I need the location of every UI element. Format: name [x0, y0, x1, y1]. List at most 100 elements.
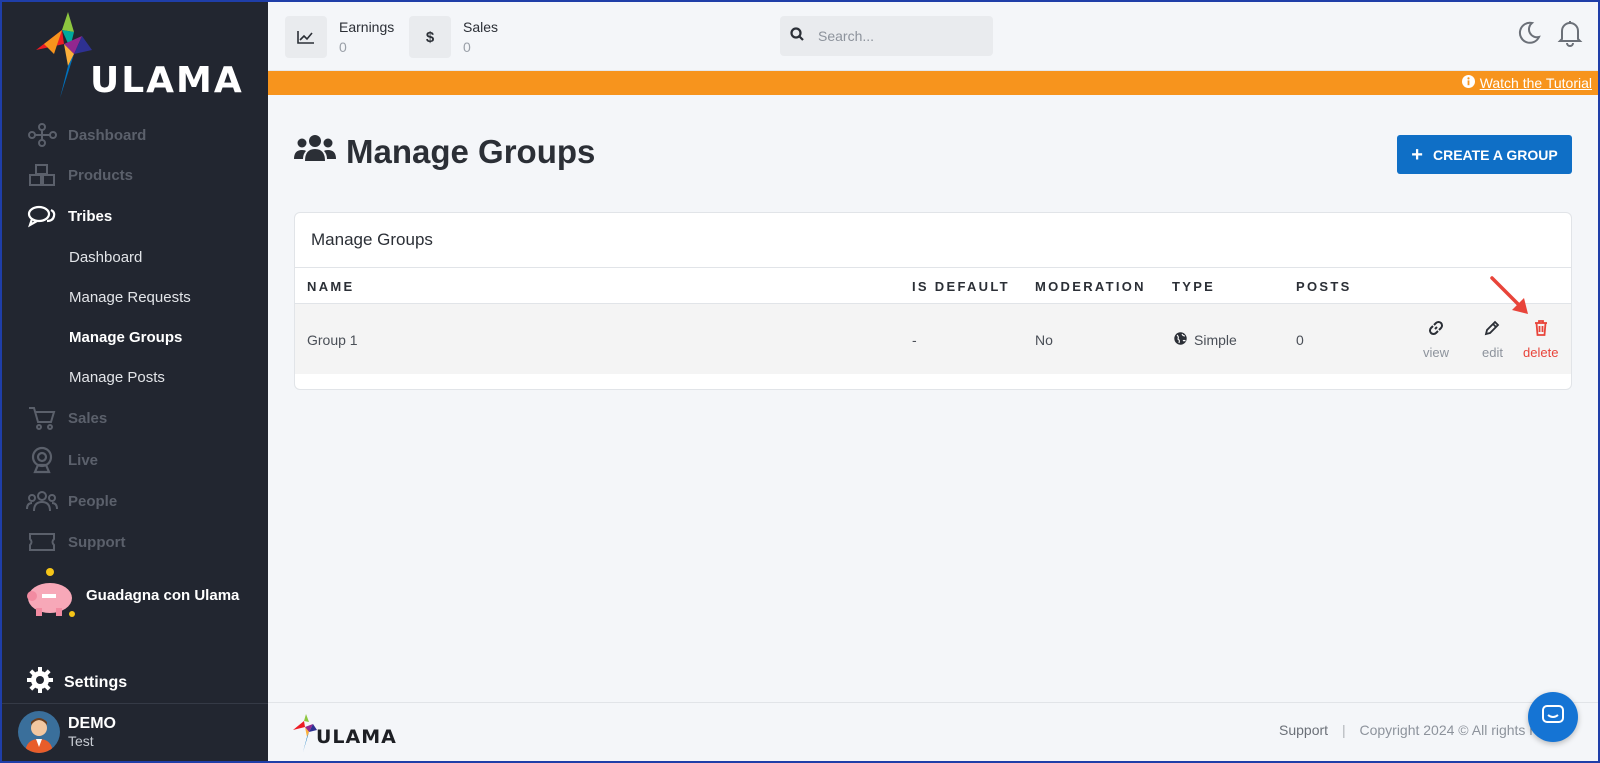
footer-logo-text: ULAMA: [316, 726, 397, 748]
nav-label: Support: [68, 533, 126, 551]
view-label: view: [1423, 345, 1450, 360]
chat-bubbles-icon: [26, 203, 58, 229]
cell-name: Group 1: [307, 332, 358, 348]
trash-icon: [1532, 319, 1550, 340]
plus-icon: +: [1411, 143, 1423, 166]
footer-support-link[interactable]: Support: [1279, 722, 1328, 738]
nav-label: Dashboard: [68, 126, 147, 144]
earnings-label: Earnings: [339, 19, 395, 35]
ulama-logo[interactable]: ULAMA: [34, 10, 244, 102]
nav-dashboard[interactable]: Dashboard: [26, 120, 146, 150]
logo-text: ULAMA: [90, 60, 244, 101]
sidebar-divider: [0, 703, 268, 704]
footer-links: Support | Copyright 2024 © All rights re…: [1279, 722, 1567, 738]
create-group-button[interactable]: + CREATE A GROUP: [1397, 135, 1572, 174]
footer-divider: [268, 702, 1600, 703]
annotation-arrow-icon: [1490, 276, 1528, 314]
nav-people[interactable]: People: [26, 486, 117, 516]
cell-type-label: Simple: [1194, 332, 1237, 348]
sidebar: ULAMA Dashboard Products Tribes Dashboar…: [0, 0, 268, 763]
nav-live[interactable]: Live: [26, 445, 98, 475]
tutorial-banner: Watch the Tutorial: [268, 71, 1600, 95]
cart-icon: [26, 405, 58, 431]
earnings-value: 0: [339, 39, 347, 55]
earnings-stat: Earnings 0: [285, 16, 394, 58]
dollar-icon: $: [409, 16, 451, 58]
column-header-moderation: MODERATION: [1035, 279, 1146, 294]
subnav-tribes-dashboard[interactable]: Dashboard: [69, 249, 142, 266]
page-title-text: Manage Groups: [346, 133, 596, 170]
users-group-icon: [294, 133, 336, 171]
webcam-icon: [26, 446, 58, 474]
dark-mode-toggle[interactable]: [1514, 20, 1544, 50]
subnav-manage-groups[interactable]: Manage Groups: [69, 329, 182, 346]
globe-icon: [1174, 332, 1187, 348]
nav-settings[interactable]: Settings: [26, 666, 127, 699]
subnav-manage-requests[interactable]: Manage Requests: [69, 289, 191, 306]
edit-label: edit: [1482, 345, 1503, 360]
table-header: NAME IS DEFAULT MODERATION TYPE POSTS: [295, 268, 1571, 304]
info-circle-icon: [1461, 75, 1475, 91]
network-icon: [26, 122, 58, 148]
column-header-posts: POSTS: [1296, 279, 1352, 294]
chart-line-icon: [285, 16, 327, 58]
nav-tribes[interactable]: Tribes: [26, 201, 112, 231]
nav-products[interactable]: Products: [26, 160, 133, 190]
nav-label: Live: [68, 451, 99, 469]
create-group-label: CREATE A GROUP: [1432, 146, 1558, 163]
nav-label: Tribes: [68, 207, 113, 225]
delete-button[interactable]: delete: [1523, 319, 1558, 360]
search-input[interactable]: [818, 28, 968, 44]
notifications-button[interactable]: [1555, 20, 1585, 50]
piggy-bank-icon: [22, 566, 78, 624]
ticket-icon: [26, 529, 58, 555]
promo-guadagna[interactable]: Guadagna con Ulama: [22, 566, 239, 624]
chat-launcher-button[interactable]: [1528, 692, 1578, 742]
people-icon: [26, 488, 58, 514]
search-box: [780, 16, 993, 56]
cell-moderation: No: [1035, 332, 1053, 348]
nav-sales[interactable]: Sales: [26, 403, 107, 433]
promo-label: Guadagna con Ulama: [86, 586, 240, 604]
column-header-name: NAME: [307, 279, 355, 294]
nav-support[interactable]: Support: [26, 527, 126, 557]
nav-label: People: [68, 492, 118, 510]
pencil-icon: [1483, 319, 1501, 340]
column-header-type: TYPE: [1172, 279, 1216, 294]
cubes-icon: [26, 162, 58, 188]
cell-posts: 0: [1296, 332, 1304, 348]
sales-value: 0: [463, 39, 471, 55]
user-name: DEMO: [68, 715, 116, 732]
nav-label: Sales: [68, 409, 108, 427]
edit-button[interactable]: edit: [1482, 319, 1503, 360]
card-title: Manage Groups: [295, 213, 1571, 268]
table-row: Group 1 - No Simple 0 view edit delete: [295, 304, 1571, 374]
footer-hummingbird-icon: [293, 714, 317, 752]
cell-is-default: -: [912, 332, 917, 348]
chat-icon: [1541, 704, 1565, 731]
delete-label: delete: [1523, 345, 1559, 360]
footer-logo: ULAMA: [292, 712, 402, 754]
user-role: Test: [68, 733, 94, 749]
cell-type: Simple: [1174, 332, 1237, 348]
page-title: Manage Groups: [294, 133, 595, 171]
topbar: Earnings 0 $ Sales 0: [268, 0, 1600, 71]
settings-label: Settings: [64, 673, 128, 691]
avatar: [18, 711, 60, 753]
bell-icon: [1557, 19, 1583, 52]
watch-tutorial-link[interactable]: Watch the Tutorial: [1480, 75, 1592, 91]
gear-icon: [26, 666, 54, 699]
hummingbird-logo-icon: [36, 12, 92, 98]
search-icon: [790, 26, 804, 46]
nav-label: Products: [68, 166, 134, 184]
user-profile[interactable]: DEMO Test: [18, 711, 116, 753]
sales-label: Sales: [463, 19, 499, 35]
subnav-manage-posts[interactable]: Manage Posts: [69, 369, 165, 386]
link-icon: [1427, 319, 1445, 340]
sales-stat: $ Sales 0: [409, 16, 498, 58]
view-button[interactable]: view: [1423, 319, 1449, 360]
footer-copyright: Copyright 2024 © All rights re...: [1359, 722, 1554, 738]
column-header-is-default: IS DEFAULT: [912, 279, 1010, 294]
groups-card: Manage Groups NAME IS DEFAULT MODERATION…: [294, 212, 1572, 390]
moon-icon: [1516, 20, 1542, 51]
